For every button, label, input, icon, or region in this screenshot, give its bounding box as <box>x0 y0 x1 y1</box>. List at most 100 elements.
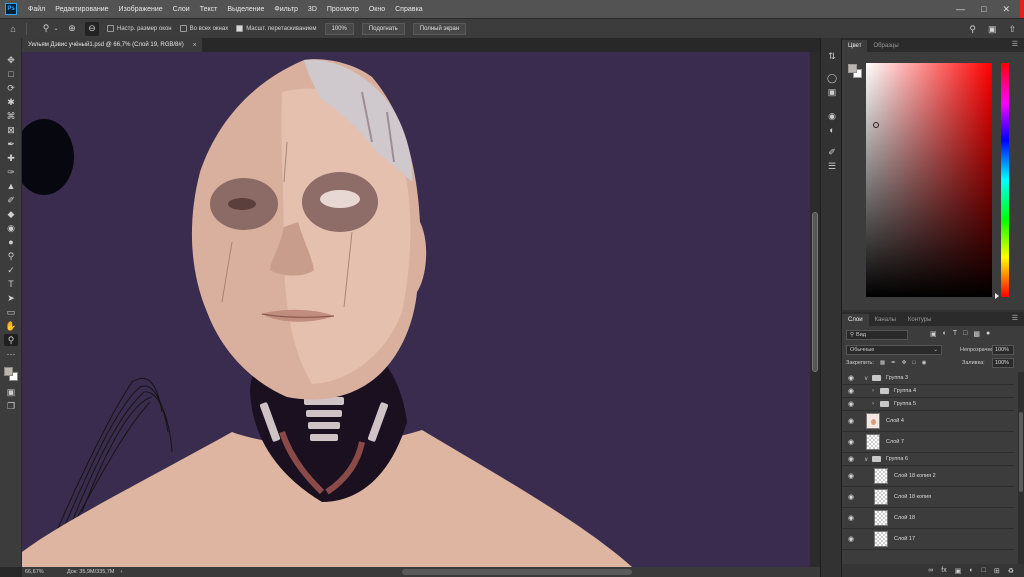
eyedropper-tool-icon[interactable]: ✒ <box>4 138 18 150</box>
crop-tool-icon[interactable]: ⌘ <box>4 110 18 122</box>
move-tool-icon[interactable]: ✥ <box>4 54 18 66</box>
canvas[interactable] <box>22 52 810 567</box>
horizontal-scroll-thumb[interactable] <box>402 569 632 575</box>
zoom-tool-icon[interactable]: ⚲ <box>4 334 18 346</box>
stamp-tool-icon[interactable]: ▲ <box>4 180 18 192</box>
scroll-thumb[interactable] <box>812 212 818 372</box>
type-tool-icon[interactable]: T <box>4 278 18 290</box>
resize-windows-checkbox[interactable]: Настр. размер окон <box>107 25 172 32</box>
panel-menu-icon[interactable]: ☰ <box>1012 40 1018 48</box>
layer-row[interactable]: ◉ Слой 18 копия <box>842 487 1014 508</box>
visibility-eye-icon[interactable]: ◉ <box>847 417 855 425</box>
menu-item[interactable]: Слои <box>168 6 195 13</box>
fill-input[interactable]: 100% <box>992 358 1014 368</box>
screen-mode-icon[interactable]: ❐ <box>4 400 18 412</box>
history-icon[interactable]: ⇅ <box>826 50 838 62</box>
blend-mode-select[interactable]: Обычные ⌄ <box>846 345 942 355</box>
tab-color[interactable]: Цвет <box>842 40 868 52</box>
visibility-eye-icon[interactable]: ◉ <box>847 374 855 382</box>
new-layer-icon[interactable]: ⊞ <box>994 567 1000 575</box>
visibility-eye-icon[interactable]: ◉ <box>847 400 855 408</box>
menu-item[interactable]: 3D <box>303 6 322 13</box>
lock-paint-icon[interactable]: ✒ <box>891 360 896 366</box>
chevron-down-icon[interactable]: ∨ <box>864 375 868 382</box>
dodge-tool-icon[interactable]: ⚲ <box>4 250 18 262</box>
zoom-level[interactable]: 66,67% <box>25 569 55 575</box>
tab-channels[interactable]: Каналы <box>869 314 902 326</box>
layer-row[interactable]: ◉ Слой 7 <box>842 432 1014 453</box>
full-screen-button[interactable]: Полный экран <box>412 22 467 35</box>
layer-group-row[interactable]: ◉ › Группа 5 <box>842 398 1014 411</box>
zoom-in-icon[interactable]: ⊕ <box>65 22 79 36</box>
menu-item[interactable]: Окно <box>364 6 390 13</box>
close-tab-icon[interactable]: × <box>193 42 197 49</box>
all-windows-checkbox[interactable]: Во всех окнах <box>179 25 228 32</box>
hue-slider[interactable] <box>1001 63 1009 297</box>
layer-row[interactable]: ◉ Слой 4 <box>842 411 1014 432</box>
workspace-icon[interactable]: ▣ <box>988 24 997 35</box>
chevron-down-icon[interactable]: ∨ <box>864 456 868 463</box>
visibility-eye-icon[interactable]: ◉ <box>847 514 855 522</box>
share-icon[interactable]: ⇧ <box>1008 24 1016 35</box>
zoom-100-button[interactable]: 100% <box>324 22 354 35</box>
visibility-eye-icon[interactable]: ◉ <box>847 493 855 501</box>
chevron-down-icon[interactable]: ⌄ <box>53 22 59 36</box>
visibility-eye-icon[interactable]: ◉ <box>847 387 855 395</box>
marquee-tool-icon[interactable]: □ <box>4 68 18 80</box>
search-icon[interactable]: ⚲ <box>969 24 976 35</box>
menu-item[interactable]: Файл <box>23 6 50 13</box>
actions-icon[interactable]: ◉ <box>826 110 838 122</box>
filter-toggle-icon[interactable]: ● <box>986 330 990 338</box>
tab-paths[interactable]: Контуры <box>902 314 938 326</box>
lock-all-icon[interactable]: ◉ <box>922 360 927 366</box>
color-foreground-swatch[interactable] <box>848 64 857 73</box>
close-window-icon[interactable]: ✕ <box>1002 4 1010 15</box>
layer-group-row[interactable]: ◉ ∨ Группа 6 <box>842 453 1014 466</box>
fx-icon[interactable]: fx <box>941 567 946 574</box>
brush-settings-icon[interactable]: ✐ <box>826 146 838 158</box>
quick-select-tool-icon[interactable]: ✱ <box>4 96 18 108</box>
tab-swatches[interactable]: Образцы <box>867 40 904 52</box>
menu-item[interactable]: Выделение <box>222 6 269 13</box>
path-select-tool-icon[interactable]: ➤ <box>4 292 18 304</box>
saturation-value-picker[interactable] <box>866 63 992 297</box>
layer-filter-select[interactable]: ⚲ Вид <box>846 330 908 340</box>
opacity-input[interactable]: 100% <box>992 345 1014 355</box>
light-bulb-icon[interactable]: ◯ <box>826 72 838 84</box>
link-icon[interactable]: ∞ <box>928 567 933 574</box>
menu-item[interactable]: Текст <box>195 6 223 13</box>
brush-tool-icon[interactable]: ✑ <box>4 166 18 178</box>
layer-group-row[interactable]: ◉ ∨ Группа 3 <box>842 372 1014 385</box>
menu-item[interactable]: Просмотр <box>322 6 364 13</box>
minimize-icon[interactable]: — <box>956 4 965 14</box>
maximize-icon[interactable]: □ <box>981 4 986 14</box>
color-picker-cursor[interactable] <box>873 122 879 128</box>
adjustment-filter-icon[interactable]: ◐ <box>943 330 947 338</box>
adjustment-icon[interactable]: ◐ <box>969 567 973 574</box>
visibility-eye-icon[interactable]: ◉ <box>847 455 855 463</box>
pen-tool-icon[interactable]: ✓ <box>4 264 18 276</box>
properties-icon[interactable]: ☰ <box>826 160 838 172</box>
folder-icon[interactable]: □ <box>982 567 986 574</box>
shape-tool-icon[interactable]: ▭ <box>4 306 18 318</box>
chevron-right-icon[interactable]: › <box>872 388 874 394</box>
foreground-color-swatch[interactable] <box>4 367 13 376</box>
healing-brush-tool-icon[interactable]: ✚ <box>4 152 18 164</box>
history-brush-tool-icon[interactable]: ✐ <box>4 194 18 206</box>
canvas-vertical-scrollbar[interactable] <box>810 52 820 567</box>
blur-tool-icon[interactable]: ● <box>4 236 18 248</box>
frame-tool-icon[interactable]: ⊠ <box>4 124 18 136</box>
bucket-tool-icon[interactable]: ◉ <box>4 222 18 234</box>
chevron-right-icon[interactable]: › <box>872 401 874 407</box>
fit-screen-button[interactable]: Подогнать <box>361 22 405 35</box>
layer-group-row[interactable]: ◉ › Группа 4 <box>842 385 1014 398</box>
layer-row[interactable]: ◉ Слой 18 <box>842 508 1014 529</box>
styles-icon[interactable]: ◐ <box>826 124 838 136</box>
layers-scroll-thumb[interactable] <box>1019 412 1023 492</box>
layer-row[interactable]: ◉ Слой 18 копия 2 <box>842 466 1014 487</box>
adjust-icon[interactable]: ▣ <box>826 86 838 98</box>
visibility-eye-icon[interactable]: ◉ <box>847 535 855 543</box>
lasso-tool-icon[interactable]: ⟳ <box>4 82 18 94</box>
more-tools-icon[interactable]: ⋯ <box>4 348 18 360</box>
menu-item[interactable]: Справка <box>390 6 427 13</box>
